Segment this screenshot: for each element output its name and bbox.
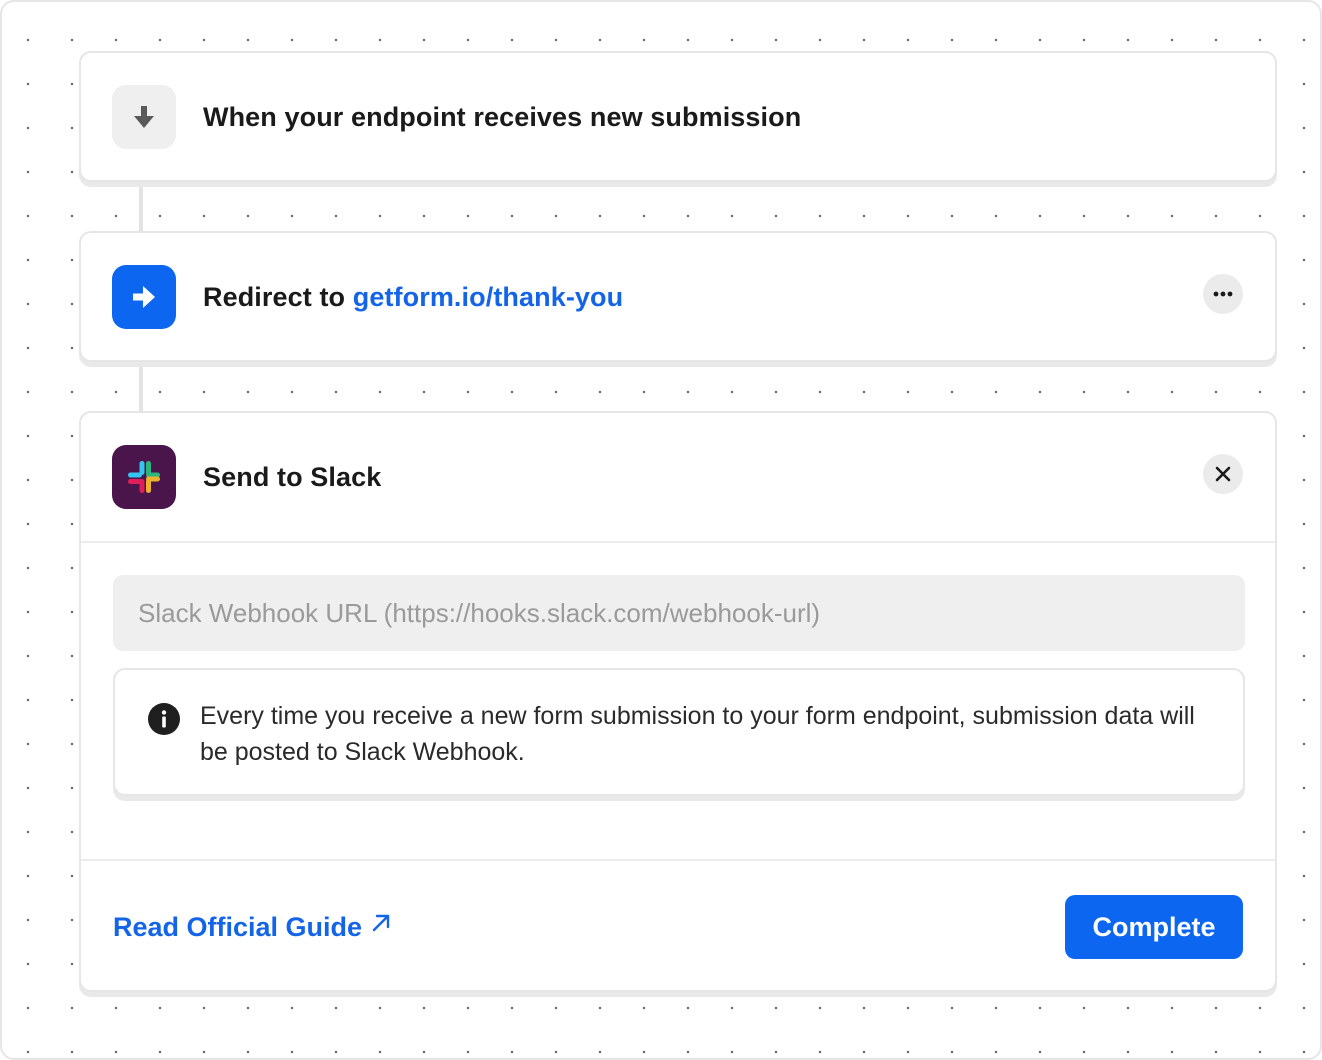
- slack-card: Send to Slack Every time you receive a n…: [79, 411, 1277, 992]
- arrow-right-icon: [112, 265, 176, 329]
- flow-canvas: When your endpoint receives new submissi…: [0, 0, 1322, 1060]
- info-icon: [148, 703, 180, 735]
- trigger-card-header: When your endpoint receives new submissi…: [81, 53, 1275, 181]
- close-button[interactable]: [1203, 454, 1243, 494]
- info-text: Every time you receive a new form submis…: [200, 702, 1195, 766]
- guide-label: Read Official Guide: [113, 911, 363, 942]
- read-official-guide-link[interactable]: Read Official Guide: [113, 912, 392, 943]
- slack-title: Send to Slack: [203, 461, 382, 492]
- redirect-url-link[interactable]: getform.io/thank-you: [353, 282, 624, 312]
- more-options-button[interactable]: [1203, 274, 1243, 314]
- flow-connector: [139, 365, 143, 411]
- info-callout: Every time you receive a new form submis…: [113, 668, 1245, 796]
- redirect-card[interactable]: Redirect to getform.io/thank-you: [79, 231, 1277, 362]
- slack-webhook-url-input[interactable]: [113, 575, 1245, 651]
- flow-connector: [139, 185, 143, 231]
- slack-card-footer: Read Official Guide Complete: [81, 861, 1275, 993]
- trigger-card[interactable]: When your endpoint receives new submissi…: [79, 51, 1277, 182]
- redirect-label: Redirect to: [203, 281, 346, 312]
- arrow-down-icon: [112, 85, 176, 149]
- slack-logo-icon: [112, 445, 176, 509]
- close-icon: [1215, 466, 1231, 482]
- complete-button[interactable]: Complete: [1065, 895, 1243, 959]
- redirect-title: Redirect to getform.io/thank-you: [203, 282, 623, 313]
- slack-card-body: Every time you receive a new form submis…: [81, 543, 1275, 859]
- slack-card-header: Send to Slack: [81, 413, 1275, 541]
- trigger-title: When your endpoint receives new submissi…: [203, 101, 802, 132]
- more-horizontal-icon: [1213, 291, 1233, 297]
- redirect-card-header: Redirect to getform.io/thank-you: [81, 233, 1275, 361]
- external-link-arrow-icon: [372, 914, 390, 932]
